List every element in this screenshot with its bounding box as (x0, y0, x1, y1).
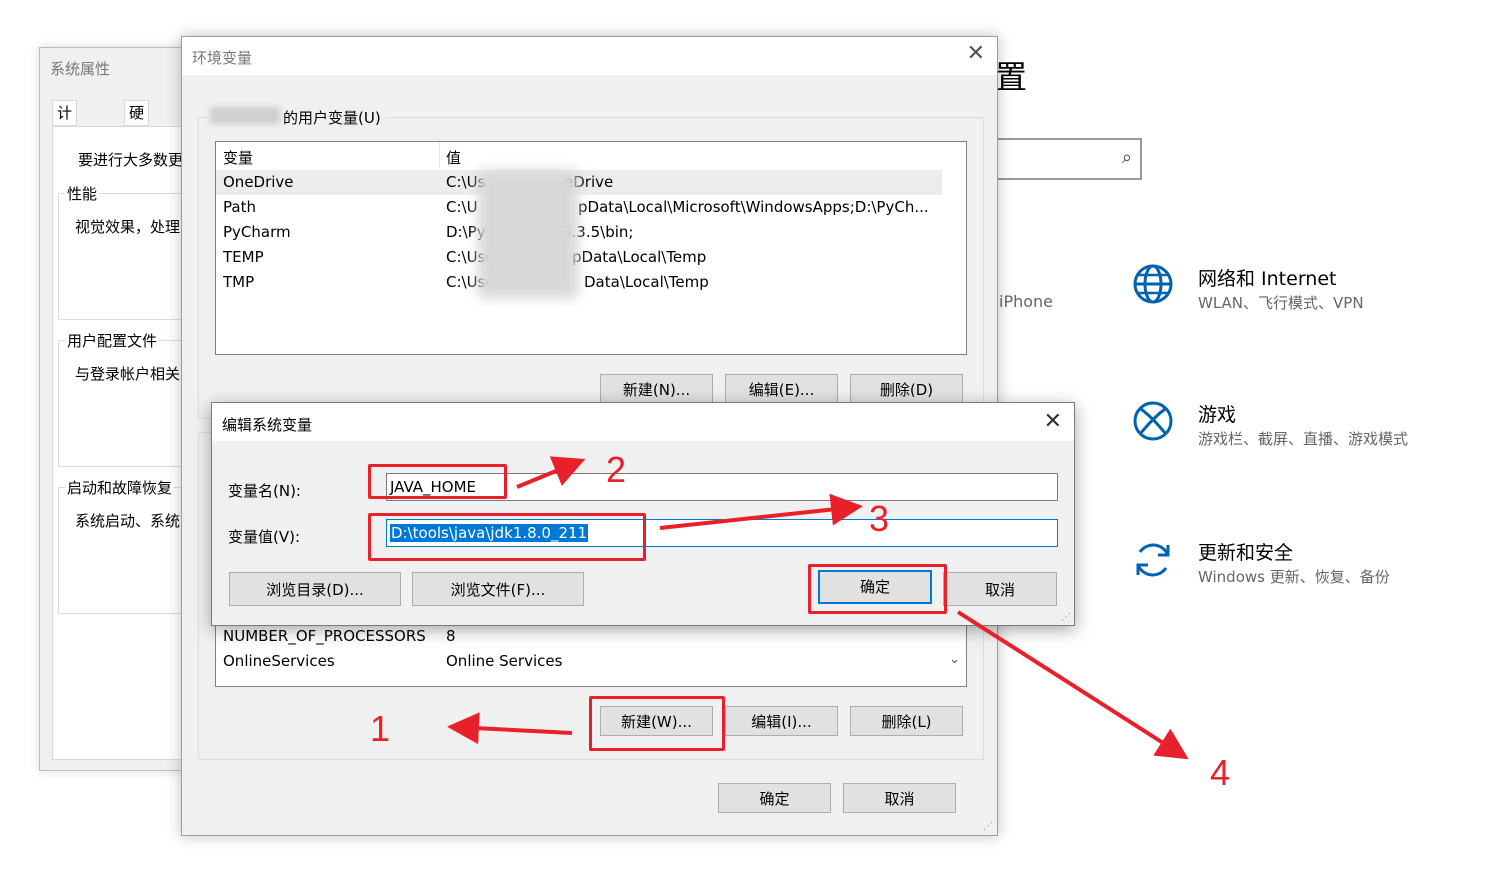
arrow-3 (659, 493, 863, 530)
arrow-1 (447, 712, 573, 745)
annotation-arrows (447, 456, 1189, 760)
arrow-2 (516, 456, 586, 489)
arrow-4 (956, 610, 1189, 760)
